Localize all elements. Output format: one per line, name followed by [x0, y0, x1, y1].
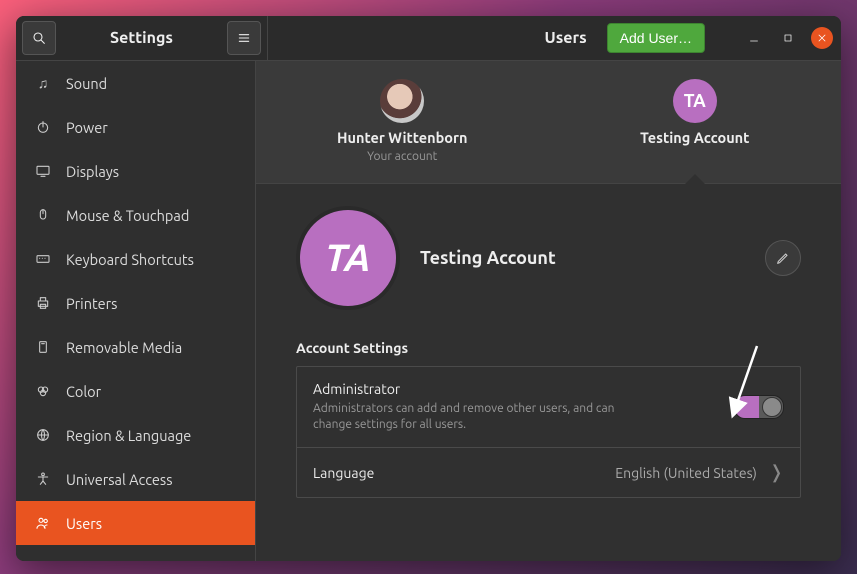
close-button[interactable]: [811, 27, 833, 49]
accounts-row: Hunter Wittenborn Your account TA Testin…: [256, 61, 841, 183]
sidebar-item-label: Keyboard Shortcuts: [66, 251, 194, 268]
users-icon: [34, 514, 52, 532]
region-icon: [34, 426, 52, 444]
sidebar-item-mouse[interactable]: Mouse & Touchpad: [16, 193, 255, 237]
sidebar-item-label: Mouse & Touchpad: [66, 207, 189, 224]
titlebar-right: Users Add User…: [268, 23, 841, 53]
sidebar-item-label: Power: [66, 119, 108, 136]
add-user-button[interactable]: Add User…: [607, 23, 705, 53]
menu-button[interactable]: [227, 21, 261, 55]
big-avatar: TA: [296, 206, 400, 310]
maximize-icon: [782, 32, 794, 44]
language-row-text: Language: [313, 465, 603, 481]
sidebar-item-label: Sound: [66, 75, 107, 92]
chevron-right-icon: ❭: [769, 462, 784, 483]
sidebar-item-removable[interactable]: Removable Media: [16, 325, 255, 369]
content-pane: Hunter Wittenborn Your account TA Testin…: [256, 61, 841, 561]
window-body: ♫ Sound Power Displays Mouse & Touchpad …: [16, 61, 841, 561]
language-row[interactable]: Language English (United States) ❭: [297, 448, 800, 497]
power-icon: [34, 118, 52, 136]
minimize-button[interactable]: [743, 27, 765, 49]
account-header-row: TA Testing Account: [296, 206, 801, 310]
sidebar-item-label: Displays: [66, 163, 119, 180]
account-tab-own[interactable]: Hunter Wittenborn Your account: [256, 79, 549, 183]
avatar: TA: [673, 79, 717, 123]
account-settings-box: Administrator Administrators can add and…: [296, 366, 801, 498]
sidebar-item-users[interactable]: Users: [16, 501, 255, 545]
sidebar-item-region[interactable]: Region & Language: [16, 413, 255, 457]
titlebar-left: Settings: [16, 16, 268, 60]
displays-icon: [34, 162, 52, 180]
sidebar-item-color[interactable]: Color: [16, 369, 255, 413]
sidebar: ♫ Sound Power Displays Mouse & Touchpad …: [16, 61, 256, 561]
search-button[interactable]: [22, 21, 56, 55]
minimize-icon: [748, 32, 760, 44]
sidebar-item-displays[interactable]: Displays: [16, 149, 255, 193]
titlebar: Settings Users Add User…: [16, 16, 841, 61]
account-tab-other[interactable]: TA Testing Account: [549, 79, 842, 183]
sidebar-item-label: Color: [66, 383, 101, 400]
account-name: Testing Account: [640, 129, 749, 146]
admin-toggle[interactable]: [734, 395, 784, 419]
search-icon: [31, 30, 47, 46]
mouse-icon: [34, 206, 52, 224]
sidebar-item-label: Region & Language: [66, 427, 191, 444]
section-title: Users: [545, 29, 595, 47]
sidebar-item-printers[interactable]: Printers: [16, 281, 255, 325]
language-label: Language: [313, 465, 603, 481]
sidebar-item-power[interactable]: Power: [16, 105, 255, 149]
language-value: English (United States): [615, 465, 757, 481]
admin-label: Administrator: [313, 381, 722, 397]
keyboard-icon: [34, 250, 52, 268]
settings-window: Settings Users Add User… ♫ Sound: [16, 16, 841, 561]
color-icon: [34, 382, 52, 400]
sidebar-item-label: Universal Access: [66, 471, 173, 488]
pencil-icon: [775, 250, 791, 266]
sidebar-item-label: Removable Media: [66, 339, 182, 356]
avatar: [380, 79, 424, 123]
admin-description: Administrators can add and remove other …: [313, 401, 643, 433]
account-display-name: Testing Account: [420, 248, 745, 268]
admin-row: Administrator Administrators can add and…: [297, 367, 800, 448]
sidebar-item-keyboard[interactable]: Keyboard Shortcuts: [16, 237, 255, 281]
accessibility-icon: [34, 470, 52, 488]
hamburger-icon: [236, 30, 252, 46]
account-detail-panel: TA Testing Account Account Settings Admi…: [256, 183, 841, 561]
removable-icon: [34, 338, 52, 356]
admin-row-text: Administrator Administrators can add and…: [313, 381, 722, 433]
app-title: Settings: [62, 29, 221, 47]
close-icon: [816, 32, 828, 44]
toggle-knob: [762, 397, 782, 417]
account-subtitle: Your account: [367, 150, 437, 163]
maximize-button[interactable]: [777, 27, 799, 49]
sidebar-item-label: Printers: [66, 295, 117, 312]
printers-icon: [34, 294, 52, 312]
account-name: Hunter Wittenborn: [337, 129, 467, 146]
sidebar-item-label: Users: [66, 515, 102, 532]
sidebar-item-sound[interactable]: ♫ Sound: [16, 61, 255, 105]
sidebar-item-accessibility[interactable]: Universal Access: [16, 457, 255, 501]
sound-icon: ♫: [34, 74, 52, 92]
edit-name-button[interactable]: [765, 240, 801, 276]
account-settings-heading: Account Settings: [296, 340, 801, 356]
